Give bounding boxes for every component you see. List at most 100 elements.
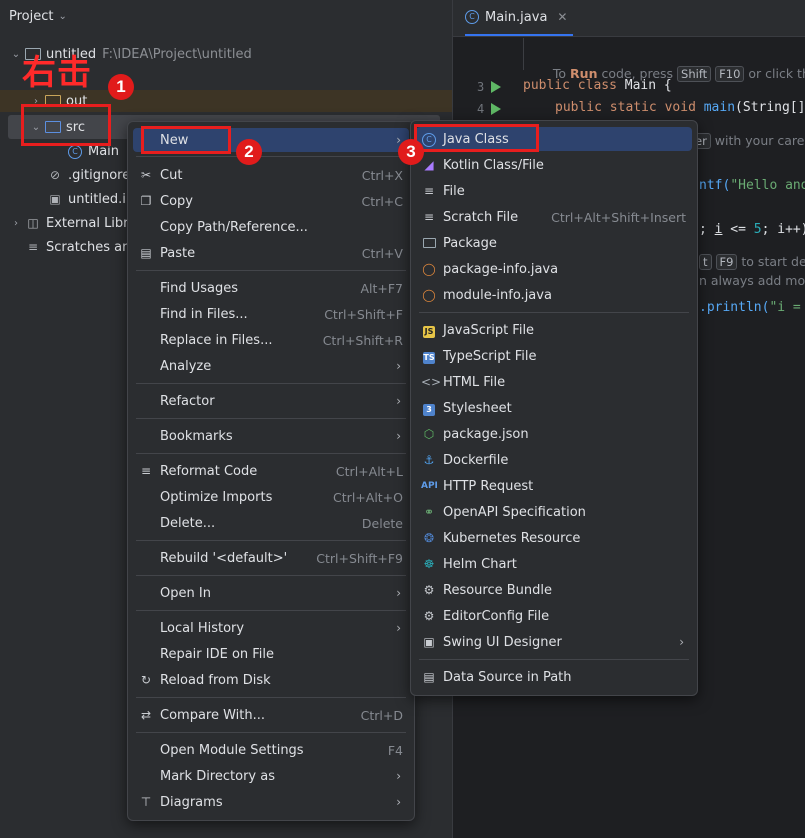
menu-item-reload-from-disk[interactable]: ↻ Reload from Disk xyxy=(133,668,409,692)
submenu-item-http-request[interactable]: API HTTP Request xyxy=(416,474,692,498)
submenu-item-package[interactable]: Package xyxy=(416,231,692,255)
module-file-icon: ▣ xyxy=(49,192,61,206)
code-printf: ntf("Hello and xyxy=(699,178,805,193)
typescript-icon: TS xyxy=(423,351,435,364)
debug-hint: t F9 to start de xyxy=(699,254,805,270)
submenu-item-kubernetes[interactable]: ❂ Kubernetes Resource xyxy=(416,526,692,550)
tab-label: Main.java xyxy=(485,9,548,25)
window-icon: ▣ xyxy=(423,635,435,649)
submenu-item-scratch-file[interactable]: ≡ Scratch File Ctrl+Alt+Shift+Insert xyxy=(416,205,692,229)
copy-icon: ❐ xyxy=(140,194,152,208)
menu-item-copy[interactable]: ❐ Copy Ctrl+C xyxy=(133,189,409,213)
menu-item-local-history[interactable]: Local History › xyxy=(133,616,409,640)
file-icon: ≡ xyxy=(423,184,435,198)
openapi-icon: ⚭ xyxy=(423,505,435,519)
menu-item-bookmarks[interactable]: Bookmarks › xyxy=(133,424,409,448)
submenu-item-swing-ui[interactable]: ▣ Swing UI Designer › xyxy=(416,630,692,654)
menu-item-mark-directory[interactable]: Mark Directory as › xyxy=(133,764,409,788)
annotation-badge-1: 1 xyxy=(108,74,134,100)
menu-item-module-settings[interactable]: Open Module Settings F4 xyxy=(133,738,409,762)
menu-item-paste[interactable]: ▤ Paste Ctrl+V xyxy=(133,241,409,265)
submenu-item-typescript[interactable]: TS TypeScript File xyxy=(416,344,692,368)
code-line-4: public static void main(String[] xyxy=(555,100,805,115)
java-class-icon: C xyxy=(465,10,479,24)
menu-item-reformat-code[interactable]: ≡ Reformat Code Ctrl+Alt+L xyxy=(133,459,409,483)
submenu-item-dockerfile[interactable]: ⚓ Dockerfile xyxy=(416,448,692,472)
chevron-right-icon: › xyxy=(14,217,18,229)
tree-item-gitignore[interactable]: ⊘ .gitignore xyxy=(46,164,130,186)
close-icon[interactable]: ✕ xyxy=(557,10,567,24)
menu-item-refactor[interactable]: Refactor › xyxy=(133,389,409,413)
submenu-item-helm-chart[interactable]: ☸ Helm Chart xyxy=(416,552,692,576)
scratch-file-icon: ≡ xyxy=(423,210,435,224)
menu-item-cut[interactable]: ✂ Cut Ctrl+X xyxy=(133,163,409,187)
menu-item-find-in-files[interactable]: Find in Files... Ctrl+Shift+F xyxy=(133,302,409,326)
gear-icon: ⚙ xyxy=(423,609,435,623)
diagram-icon: ⊤ xyxy=(140,795,152,809)
new-submenu: C Java Class ◢ Kotlin Class/File ≡ File ≡ Sc… xyxy=(410,120,698,696)
line-number: 3 xyxy=(477,80,485,94)
submenu-item-openapi[interactable]: ⚭ OpenAPI Specification xyxy=(416,500,692,524)
chevron-right-icon: › xyxy=(396,769,401,783)
menu-item-open-in[interactable]: Open In › xyxy=(133,581,409,605)
javascript-icon: JS xyxy=(423,325,435,338)
submenu-item-resource-bundle[interactable]: ⚙ Resource Bundle xyxy=(416,578,692,602)
nodejs-icon: ⬡ xyxy=(423,427,435,441)
menu-item-copy-path[interactable]: Copy Path/Reference... xyxy=(133,215,409,239)
submenu-item-html[interactable]: <> HTML File xyxy=(416,370,692,394)
chevron-right-icon: › xyxy=(396,429,401,443)
java-file-icon: ◯ xyxy=(422,288,436,302)
chevron-right-icon: › xyxy=(679,635,684,649)
library-icon: ◫ xyxy=(27,216,39,230)
project-view-selector[interactable]: Project ⌄ xyxy=(9,9,67,24)
submenu-item-data-source[interactable]: ▤ Data Source in Path xyxy=(416,665,692,689)
tab-main-java[interactable]: C Main.java ✕ xyxy=(465,0,574,36)
submenu-item-package-json[interactable]: ⬡ package.json xyxy=(416,422,692,446)
tree-root-path: F:\IDEA\Project\untitled xyxy=(102,46,252,62)
html-icon: <> xyxy=(421,375,442,389)
ignore-file-icon: ⊘ xyxy=(49,168,61,182)
menu-item-compare-with[interactable]: ⇄ Compare With... Ctrl+D xyxy=(133,703,409,727)
menu-item-analyze[interactable]: Analyze › xyxy=(133,354,409,378)
submenu-item-package-info[interactable]: ◯ package-info.java xyxy=(416,257,692,281)
run-icon[interactable] xyxy=(491,81,501,93)
api-icon: API xyxy=(421,481,438,491)
code-println: .println("i = xyxy=(699,300,805,315)
menu-item-optimize-imports[interactable]: Optimize Imports Ctrl+Alt+O xyxy=(133,485,409,509)
docker-icon: ⚓ xyxy=(423,453,435,467)
tree-item-gitignore-label: .gitignore xyxy=(68,167,131,183)
reformat-icon: ≡ xyxy=(140,464,152,478)
submenu-item-file[interactable]: ≡ File xyxy=(416,179,692,203)
submenu-item-javascript[interactable]: JS JavaScript File xyxy=(416,318,692,342)
scratches-icon: ≡ xyxy=(27,240,39,254)
menu-item-repair-ide[interactable]: Repair IDE on File xyxy=(133,642,409,666)
breakpoint-hint: n always add mor xyxy=(699,273,805,288)
menu-item-replace-in-files[interactable]: Replace in Files... Ctrl+Shift+R xyxy=(133,328,409,352)
code-loop: ; i <= 5; i++) xyxy=(699,222,805,237)
run-icon[interactable] xyxy=(491,103,501,115)
code-line-3: public class Main { xyxy=(523,78,672,93)
reload-icon: ↻ xyxy=(140,673,152,687)
scissors-icon: ✂ xyxy=(140,168,152,182)
submenu-item-stylesheet[interactable]: 3 Stylesheet xyxy=(416,396,692,420)
hint-bar xyxy=(523,38,524,70)
chevron-right-icon: › xyxy=(396,394,401,408)
chevron-right-icon: › xyxy=(396,586,401,600)
chevron-down-icon: ⌄ xyxy=(58,11,67,22)
chevron-right-icon: › xyxy=(396,621,401,635)
annotation-right-click-label: 右击 xyxy=(22,53,92,93)
chevron-right-icon: › xyxy=(396,359,401,373)
menu-item-delete[interactable]: Delete... Delete xyxy=(133,511,409,535)
submenu-item-kotlin[interactable]: ◢ Kotlin Class/File xyxy=(416,153,692,177)
menu-item-find-usages[interactable]: Find Usages Alt+F7 xyxy=(133,276,409,300)
menu-item-rebuild[interactable]: Rebuild '<default>' Ctrl+Shift+F9 xyxy=(133,546,409,570)
annotation-box-java-class xyxy=(414,124,539,152)
menu-item-diagrams[interactable]: ⊤ Diagrams › xyxy=(133,790,409,814)
editor-tab-bar: C Main.java ✕ xyxy=(453,0,805,37)
database-icon: ▤ xyxy=(423,670,435,684)
annotation-badge-2: 2 xyxy=(236,139,262,165)
paste-icon: ▤ xyxy=(140,246,152,260)
submenu-item-editorconfig[interactable]: ⚙ EditorConfig File xyxy=(416,604,692,628)
submenu-item-module-info[interactable]: ◯ module-info.java xyxy=(416,283,692,307)
caret-hint: er with your care xyxy=(691,133,804,149)
